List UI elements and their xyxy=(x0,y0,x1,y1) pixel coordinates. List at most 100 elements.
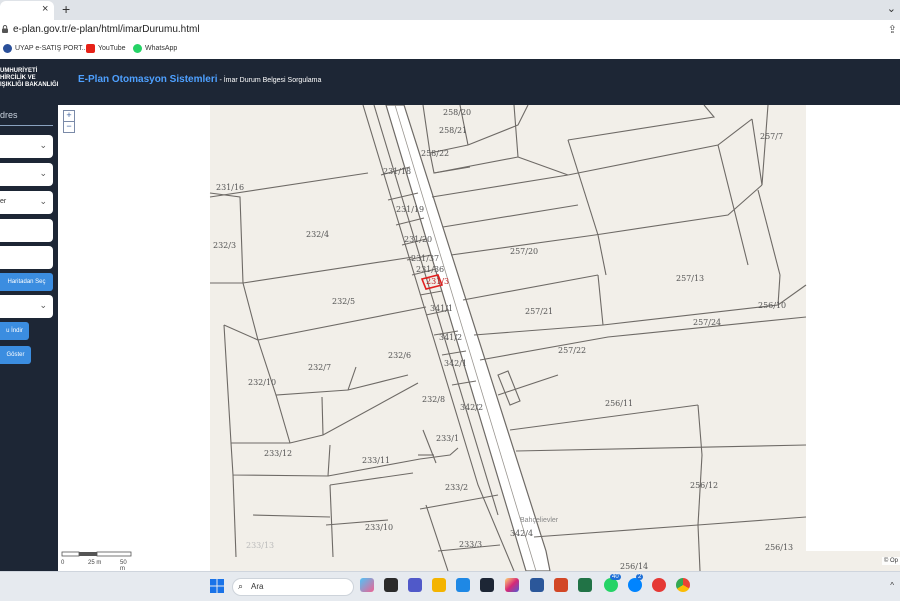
parcel-label: 233/2 xyxy=(445,483,469,492)
parcel-label: 233/10 xyxy=(365,523,394,532)
scale-label: 0 xyxy=(61,560,65,566)
teams-icon[interactable] xyxy=(408,578,422,592)
whatsapp-taskbar-icon[interactable] xyxy=(604,578,618,592)
share-icon[interactable]: ⇪ xyxy=(888,23,897,36)
parcel-label: 258/22 xyxy=(421,149,450,158)
parcel-label: 342/2 xyxy=(460,403,484,412)
search-label: Ara xyxy=(251,582,264,591)
powerpoint-icon[interactable] xyxy=(554,578,568,592)
parcel-label: 231/18 xyxy=(383,167,412,176)
place-name: Bahçelievler xyxy=(520,517,559,524)
parcel-input[interactable] xyxy=(0,246,53,269)
taskbar-search[interactable]: ⌕ Ara xyxy=(232,578,354,596)
new-tab-button[interactable]: + xyxy=(62,1,70,17)
tab-close-icon[interactable]: × xyxy=(42,3,48,15)
acrobat-icon[interactable] xyxy=(652,578,666,592)
bookmark-youtube[interactable]: YouTube xyxy=(86,44,126,53)
parcel-label: 256/10 xyxy=(758,301,787,310)
excel-icon[interactable] xyxy=(578,578,592,592)
notification-badge: 2 xyxy=(636,574,644,580)
parcel-label: 256/12 xyxy=(690,481,719,490)
show-button[interactable]: Göster xyxy=(0,346,31,364)
parcel-label: 258/21 xyxy=(439,126,468,135)
district-select[interactable]: ⌄ xyxy=(0,163,53,186)
download-button[interactable]: u İndir xyxy=(0,322,29,340)
taskbar: ⌕ Ara 40 2 ^ xyxy=(0,571,900,601)
copilot-icon[interactable] xyxy=(360,578,374,592)
bookmark-whatsapp[interactable]: WhatsApp xyxy=(133,44,177,53)
url-text[interactable]: e-plan.gov.tr/e-plan/html/imarDurumu.htm… xyxy=(13,24,200,35)
parcel-label: 257/20 xyxy=(510,247,539,256)
chevron-down-icon: ⌄ xyxy=(39,140,47,150)
address-bar[interactable]: e-plan.gov.tr/e-plan/html/imarDurumu.htm… xyxy=(0,20,900,42)
sidebar-title: dres xyxy=(0,110,18,120)
browser-tab-strip: × + ⌄ xyxy=(0,0,900,20)
parcel-label: 257/24 xyxy=(693,318,722,327)
store-icon[interactable] xyxy=(456,578,470,592)
bookmark-label: UYAP e-SATIŞ PORT... xyxy=(15,45,88,52)
bookmarks-bar: UYAP e-SATIŞ PORT... YouTube WhatsApp xyxy=(0,41,900,60)
parcel-label: 257/13 xyxy=(676,274,705,283)
browser-tab[interactable]: × xyxy=(0,1,54,20)
parcel-label: 231/16 xyxy=(216,183,245,192)
chrome-icon[interactable] xyxy=(676,578,690,592)
ministry-line: HİRCİLİK VE xyxy=(0,75,36,81)
lock-icon[interactable] xyxy=(2,25,8,33)
messenger-icon[interactable] xyxy=(628,578,642,592)
unmapped-area xyxy=(58,105,210,571)
notification-badge: 40 xyxy=(610,574,621,580)
bookmark-label: WhatsApp xyxy=(145,45,178,52)
parcel-label: 232/10 xyxy=(248,378,277,387)
parcel-label: 233/11 xyxy=(362,456,391,465)
zoom-out-button[interactable]: − xyxy=(63,121,75,133)
search-icon: ⌕ xyxy=(238,581,244,591)
select-value: er xyxy=(0,198,7,205)
bookmark-uyap[interactable]: UYAP e-SATIŞ PORT... xyxy=(3,44,88,53)
parcel-label: 256/11 xyxy=(605,399,634,408)
parcel-label: 341/2 xyxy=(439,333,463,342)
parcel-label: 231/36 xyxy=(416,265,445,274)
parcel-label: 232/5 xyxy=(332,297,356,306)
parcel-map-svg[interactable] xyxy=(58,105,900,571)
uyap-icon xyxy=(3,44,12,53)
scale-label: 50 m xyxy=(120,560,127,571)
divider xyxy=(0,125,53,126)
app-title: E-Plan Otomasyon Sistemleri xyxy=(78,74,218,85)
parcel-label: 342/1 xyxy=(444,359,468,368)
l-app-icon[interactable] xyxy=(480,578,494,592)
parcel-label: 256/13 xyxy=(765,543,794,552)
chevron-down-icon: ⌄ xyxy=(39,300,47,310)
neighborhood-select[interactable]: er ⌄ xyxy=(0,191,53,214)
youtube-icon xyxy=(86,44,95,53)
parcel-label: 232/3 xyxy=(213,241,237,250)
scale-bar: 0 25 m 50 m xyxy=(61,551,133,571)
word-icon[interactable] xyxy=(530,578,544,592)
parcel-label: 257/21 xyxy=(525,307,554,316)
parcel-label: 232/6 xyxy=(388,351,412,360)
bookmark-label: YouTube xyxy=(98,45,126,52)
widgets-icon[interactable] xyxy=(384,578,398,592)
instagram-icon[interactable] xyxy=(505,578,519,592)
ministry-line: IŞIKLIĞI BAKANLIĞI xyxy=(0,82,59,88)
tray-chevron-icon[interactable]: ^ xyxy=(890,581,894,590)
chevron-down-icon: ⌄ xyxy=(39,196,47,206)
parcel-label: 233/12 xyxy=(264,449,293,458)
parcel-label: 232/8 xyxy=(422,395,446,404)
parcel-map[interactable]: 258/20 258/21 258/22 231/18 231/16 231/1… xyxy=(58,105,900,571)
tab-search-icon[interactable]: ⌄ xyxy=(887,2,896,15)
parcel-label: 232/4 xyxy=(306,230,330,239)
file-explorer-icon[interactable] xyxy=(432,578,446,592)
province-select[interactable]: ⌄ xyxy=(0,135,53,158)
select-from-map-button[interactable]: Haritadan Seç xyxy=(0,273,53,291)
whatsapp-icon xyxy=(133,44,142,53)
parcel-label: 233/3 xyxy=(459,540,483,549)
scale-label: 25 m xyxy=(88,560,102,566)
ministry-logo-text: UMHURİYETİ HİRCİLİK VE IŞIKLIĞI BAKANLIĞ… xyxy=(0,68,58,89)
parcel-label: 258/20 xyxy=(443,108,472,117)
map-attribution[interactable]: © Op xyxy=(881,557,900,565)
app-header: UMHURİYETİ HİRCİLİK VE IŞIKLIĞI BAKANLIĞ… xyxy=(0,59,900,105)
parcel-label: 231/20 xyxy=(404,235,433,244)
block-input[interactable] xyxy=(0,219,53,242)
plan-select[interactable]: ⌄ xyxy=(0,295,53,318)
windows-start-icon[interactable] xyxy=(210,579,224,593)
